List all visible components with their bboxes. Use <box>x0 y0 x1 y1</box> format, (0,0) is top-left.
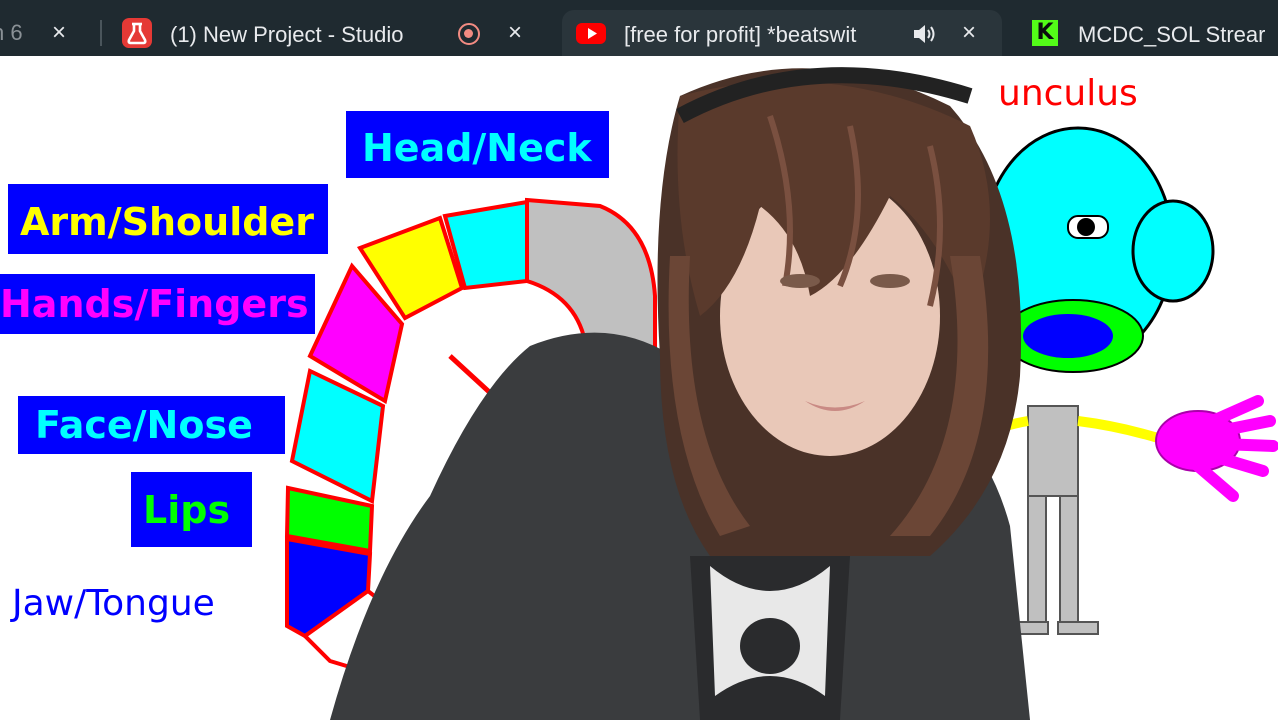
tab-separator <box>100 20 102 46</box>
jaw-tongue-label: Jaw/Tongue <box>12 583 215 624</box>
kick-icon: K <box>1032 20 1058 46</box>
youtube-icon <box>576 23 606 44</box>
tab-title: n 6 <box>0 20 23 45</box>
browser-tab-strip: n 6 × (1) New Project - Studio × [free f… <box>0 0 1278 56</box>
face-nose-label: Face/Nose <box>35 403 253 447</box>
recording-icon <box>458 23 480 45</box>
tab-studio[interactable]: (1) New Project - Studio × <box>108 10 548 56</box>
speaker-icon[interactable] <box>912 22 938 51</box>
tab-youtube[interactable]: [free for profit] *beatswit × <box>562 10 1002 56</box>
tab-title: MCDC_SOL Strear <box>1078 22 1266 47</box>
hands-fingers-label: Hands/Fingers <box>0 282 309 326</box>
tab-title: [free for profit] *beatswit <box>624 22 857 47</box>
tab-close-icon[interactable]: × <box>52 19 66 47</box>
person-webcam-overlay <box>330 67 1030 720</box>
kick-logo-letter: K <box>1036 20 1054 45</box>
close-icon[interactable]: × <box>962 19 976 47</box>
tab-partial[interactable]: n 6 <box>0 10 92 56</box>
tab-kick[interactable]: K MCDC_SOL Strear <box>1018 10 1278 56</box>
studio-icon <box>122 18 152 48</box>
close-icon[interactable]: × <box>508 19 522 47</box>
homunculus-diagram: Head/Neck Arm/Shoulder Hands/Fingers Fac… <box>0 56 1278 720</box>
tab-title: (1) New Project - Studio <box>170 22 404 47</box>
lips-label: Lips <box>143 488 231 532</box>
arm-shoulder-label: Arm/Shoulder <box>20 200 314 244</box>
